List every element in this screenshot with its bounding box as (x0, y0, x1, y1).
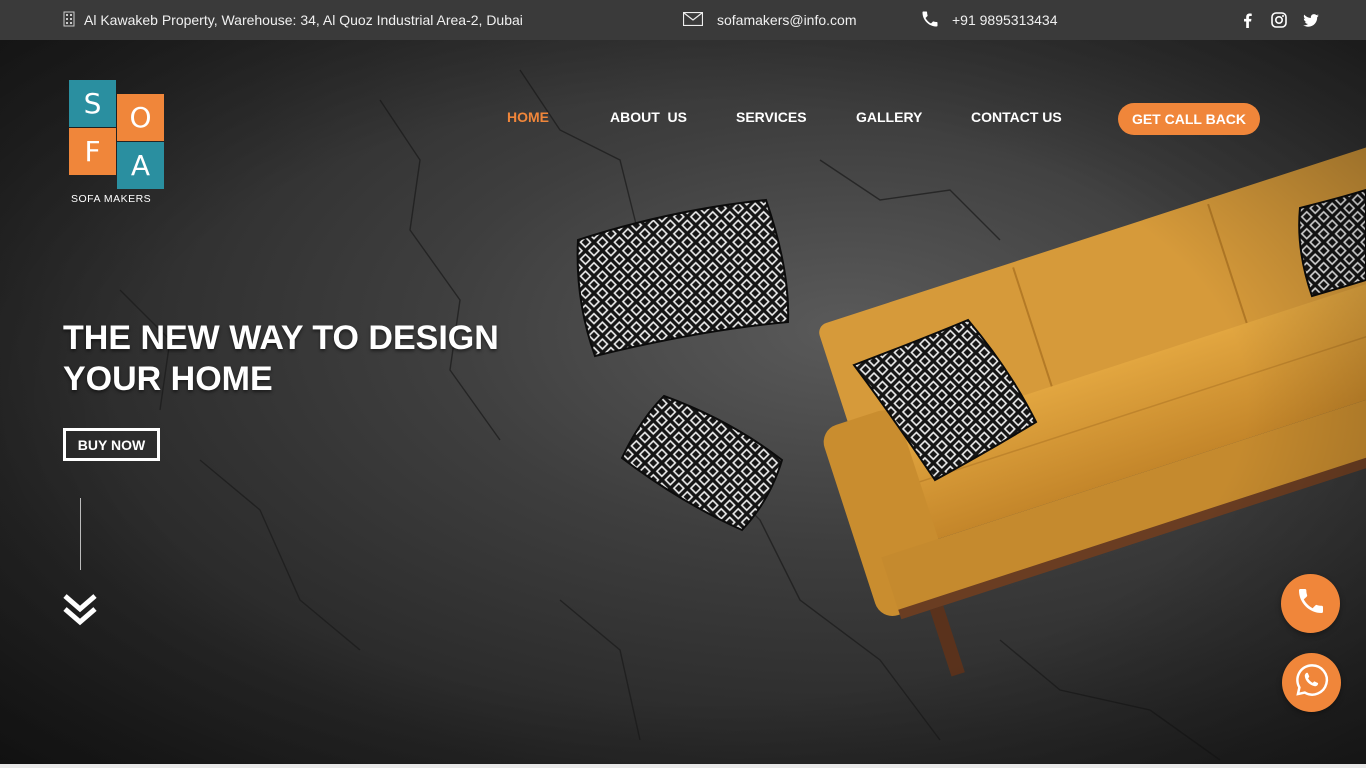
hero-section: S O F A SOFA MAKERS HOME ABOUT US SERVIC… (0, 40, 1366, 764)
nav-gallery[interactable]: GALLERY (856, 109, 922, 125)
phone-icon (1295, 585, 1327, 622)
get-call-back-button[interactable]: GET CALL BACK (1118, 103, 1260, 135)
bottom-strip (0, 764, 1366, 768)
nav-contact-us[interactable]: CONTACT US (971, 109, 1062, 125)
social-links (1238, 0, 1320, 40)
phone-link[interactable]: +91 9895313434 (920, 0, 1058, 40)
scroll-divider (80, 498, 81, 570)
logo-letter-f: F (69, 128, 116, 175)
buy-now-button[interactable]: BUY NOW (63, 428, 160, 461)
call-float-button[interactable] (1281, 574, 1340, 633)
building-icon (62, 11, 76, 30)
email-link[interactable]: sofamakers@info.com (682, 0, 856, 40)
address-info: Al Kawakeb Property, Warehouse: 34, Al Q… (62, 0, 523, 40)
whatsapp-icon (1294, 662, 1330, 703)
nav-services[interactable]: SERVICES (736, 109, 807, 125)
logo-text: SOFA MAKERS (71, 193, 152, 205)
facebook-icon[interactable] (1238, 11, 1256, 29)
logo-letter-s: S (69, 80, 116, 127)
whatsapp-float-button[interactable] (1282, 653, 1341, 712)
envelope-icon (682, 11, 704, 29)
twitter-icon[interactable] (1302, 11, 1320, 29)
phone-text[interactable]: +91 9895313434 (952, 12, 1058, 28)
headline-line-1: THE NEW WAY TO DESIGN (63, 319, 499, 357)
top-bar: Al Kawakeb Property, Warehouse: 34, Al Q… (0, 0, 1366, 40)
site-logo[interactable]: S O F A SOFA MAKERS (69, 80, 167, 208)
address-text: Al Kawakeb Property, Warehouse: 34, Al Q… (84, 12, 523, 28)
logo-letter-a: A (117, 142, 164, 189)
double-chevron-down-icon[interactable] (63, 592, 97, 628)
email-text[interactable]: sofamakers@info.com (717, 12, 856, 28)
headline-line-2: YOUR HOME (63, 360, 273, 398)
phone-icon (920, 9, 940, 32)
nav-home[interactable]: HOME (507, 109, 549, 125)
instagram-icon[interactable] (1270, 11, 1288, 29)
hero-background-illustration (0, 40, 1366, 764)
nav-about-us[interactable]: ABOUT US (610, 109, 687, 125)
hero-headline: THE NEW WAY TO DESIGN YOUR HOME (63, 318, 533, 400)
logo-letter-o: O (117, 94, 164, 141)
